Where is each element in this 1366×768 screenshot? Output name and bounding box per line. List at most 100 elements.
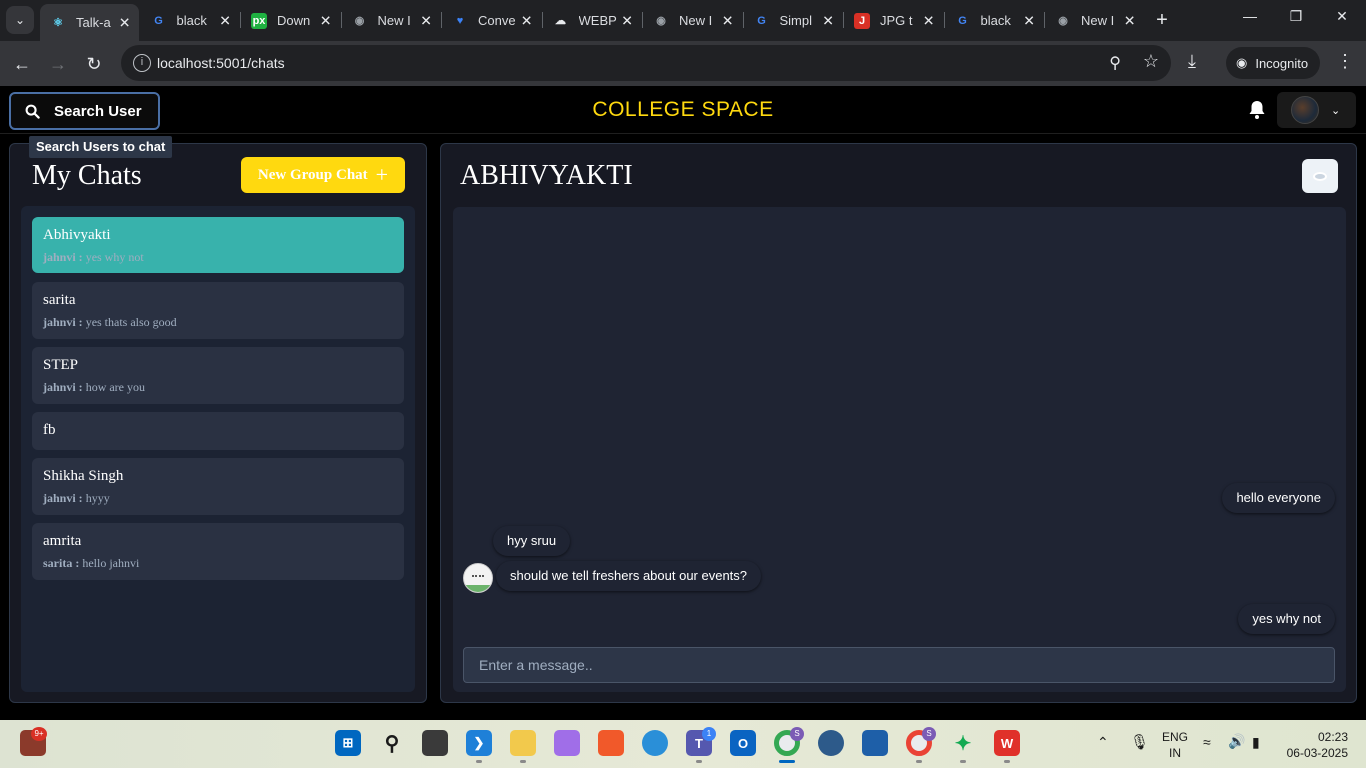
browser-menu-icon[interactable]: ⋮	[1336, 51, 1354, 72]
sender-avatar[interactable]	[463, 563, 493, 593]
battery-icon[interactable]: ▮	[1252, 734, 1260, 751]
tab-close-icon[interactable]: ✕	[420, 12, 432, 29]
chat-latest-text: how are you	[85, 380, 146, 394]
store-icon[interactable]	[862, 730, 888, 756]
new-group-chat-button[interactable]: New Group Chat +	[241, 157, 405, 193]
tray-overflow-icon[interactable]: ⌃	[1097, 734, 1109, 751]
tab-close-icon[interactable]: ✕	[621, 12, 633, 29]
message-area: hello everyone hyy sruu should we tell f…	[453, 207, 1346, 692]
wps-icon[interactable]: W	[994, 730, 1020, 756]
vscode-icon[interactable]: ❯	[466, 730, 492, 756]
chat-latest-text: yes why not	[85, 250, 144, 264]
running-indicator	[476, 760, 482, 763]
my-chats-panel: My Chats New Group Chat + Abhivyakti jah…	[9, 143, 427, 703]
chat-name: sarita	[43, 292, 76, 308]
tab-close-icon[interactable]: ✕	[119, 14, 131, 31]
browser-tab[interactable]: ⚛ Talk-a ✕	[40, 4, 139, 41]
site-info-icon[interactable]: i	[133, 54, 151, 72]
chat-item-shikha-singh[interactable]: Shikha Singh jahnvi : hyyy	[32, 458, 404, 515]
tab-close-icon[interactable]: ✕	[521, 12, 533, 29]
browser-tab[interactable]: Gblack ✕	[945, 5, 1044, 36]
chat-latest-sender: jahnvi :	[43, 491, 83, 505]
browser-tab[interactable]: Gblack ✕	[141, 5, 240, 36]
minimize-icon[interactable]: —	[1238, 8, 1262, 24]
message-input[interactable]: Enter a message..	[463, 647, 1335, 683]
search-tooltip: Search Users to chat	[29, 136, 173, 158]
browser-tab[interactable]: ◉ New I ✕	[342, 5, 441, 36]
eye-icon	[1313, 171, 1327, 181]
task-view-icon[interactable]	[422, 730, 448, 756]
url-text[interactable]: localhost:5001/chats	[157, 55, 285, 71]
restore-icon[interactable]: ❐	[1284, 8, 1308, 25]
app-window: Search User COLLEGE SPACE ⌄ Search Users…	[0, 86, 1366, 720]
incognito-indicator[interactable]: ◉ Incognito	[1226, 47, 1321, 79]
incognito-icon: ◉	[656, 15, 666, 27]
chat-item-step[interactable]: STEP jahnvi : how are you	[32, 347, 404, 404]
clock-time: 02:23	[1317, 730, 1348, 744]
browser-tab[interactable]: G Simpl ✕	[744, 5, 843, 36]
new-tab-button[interactable]: +	[1150, 8, 1174, 32]
volume-icon[interactable]: 🔊	[1228, 733, 1245, 750]
tab-close-icon[interactable]: ✕	[1124, 12, 1136, 29]
windows-start-icon[interactable]: ⊞	[335, 730, 361, 756]
browser-tab[interactable]: ◉ New I ✕	[1045, 5, 1144, 36]
edge-icon[interactable]	[642, 730, 668, 756]
browser-tab[interactable]: px Down ✕	[241, 5, 340, 36]
zoom-icon[interactable]: ⚲	[1109, 53, 1121, 73]
tab-title: New I	[377, 13, 411, 28]
chat-latest-text: hello jahnvi	[82, 556, 140, 570]
chat-item-sarita[interactable]: sarita jahnvi : yes thats also good	[32, 282, 404, 339]
profile-menu-button[interactable]: ⌄	[1277, 92, 1356, 128]
mongodb-icon[interactable]: ✦	[950, 730, 976, 756]
notification-bell-icon[interactable]	[1248, 100, 1266, 125]
tab-close-icon[interactable]: ✕	[320, 12, 332, 29]
search-taskbar-icon[interactable]: ⚲	[379, 730, 405, 756]
tab-close-icon[interactable]: ✕	[1023, 12, 1035, 29]
new-group-chat-label: New Group Chat	[257, 166, 368, 183]
chat-item-fb[interactable]: fb	[32, 412, 404, 450]
browser-toolbar: ← → ↻ i localhost:5001/chats ⚲ ☆ ⤓ ◉ Inc…	[0, 41, 1366, 86]
chat-item-abhivyakti[interactable]: Abhivyakti jahnvi : yes why not	[32, 217, 404, 273]
chevron-down-icon: ⌄	[1331, 104, 1341, 117]
tab-close-icon[interactable]: ✕	[722, 12, 734, 29]
browser-tab[interactable]: J JPG t ✕	[844, 5, 943, 36]
running-indicator	[520, 760, 526, 763]
outlook-icon[interactable]: O	[730, 730, 756, 756]
heart-icon: ♥	[456, 14, 464, 27]
incognito-icon: ◉	[354, 15, 365, 27]
browser-tab[interactable]: ◉ New I ✕	[643, 5, 742, 36]
jpg-png-icon: J	[854, 12, 870, 29]
tab-search-icon[interactable]: ⌄	[6, 6, 34, 34]
chrome-profile-badge: S	[790, 727, 804, 741]
tab-close-icon[interactable]: ✕	[822, 12, 834, 29]
tab-close-icon[interactable]: ✕	[923, 12, 935, 29]
view-group-details-button[interactable]	[1302, 159, 1338, 193]
wifi-icon[interactable]: ≈	[1203, 734, 1211, 750]
browser-tab[interactable]: ☁ WEBP ✕	[543, 5, 642, 36]
microphone-icon[interactable]: 🎙	[1130, 733, 1149, 751]
bookmark-star-icon[interactable]: ☆	[1143, 51, 1159, 72]
chat-name: STEP	[43, 357, 79, 373]
app-icon[interactable]	[818, 730, 844, 756]
tab-title: WEBP	[578, 13, 617, 28]
address-bar[interactable]: i localhost:5001/chats ⚲ ☆	[121, 45, 1171, 81]
brand-title: COLLEGE SPACE	[592, 98, 774, 121]
chat-name: Shikha Singh	[43, 468, 124, 484]
chat-item-amrita[interactable]: amrita sarita : hello jahnvi	[32, 523, 404, 580]
download-icon[interactable]: ⤓	[1188, 51, 1196, 72]
language-indicator[interactable]: ENG IN	[1162, 730, 1188, 760]
reload-icon[interactable]: ↻	[81, 51, 107, 77]
tab-close-icon[interactable]: ✕	[219, 12, 231, 29]
brave-icon[interactable]	[598, 730, 624, 756]
tab-title: black	[980, 13, 1011, 28]
avatar	[1291, 96, 1319, 124]
back-icon[interactable]: ←	[9, 51, 35, 77]
tab-title: Simpl	[779, 13, 813, 28]
browser-tab[interactable]: ♥ Conve ✕	[442, 5, 541, 36]
file-explorer-icon[interactable]	[510, 730, 536, 756]
close-window-icon[interactable]: ✕	[1330, 8, 1354, 25]
message-bubble-other: hyy sruu	[493, 526, 571, 556]
copilot-icon[interactable]	[554, 730, 580, 756]
forward-icon[interactable]: →	[45, 51, 71, 77]
clock[interactable]: 02:23 06-03-2025	[1284, 730, 1348, 760]
